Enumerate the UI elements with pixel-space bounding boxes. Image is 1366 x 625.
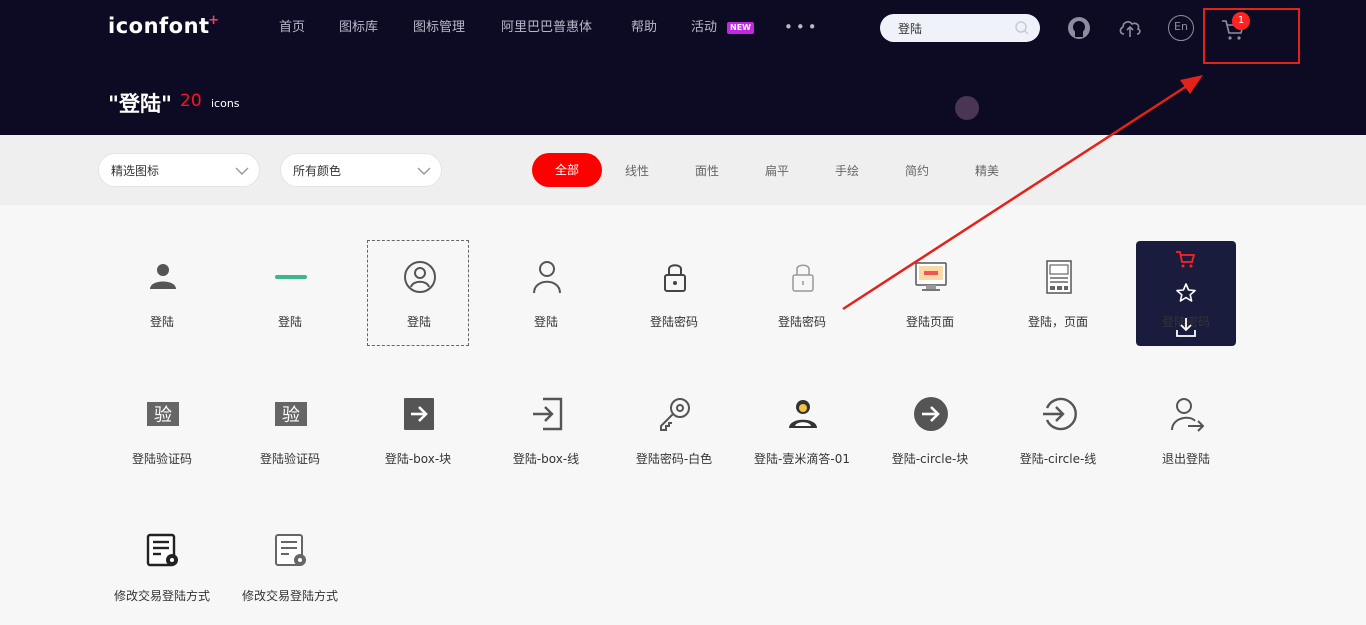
icon-label: 登陆 xyxy=(149,315,174,329)
icon-label: 登陆，页面 xyxy=(1027,315,1088,329)
icon-label: 登陆-box-线 xyxy=(512,452,580,466)
chevron-down-icon xyxy=(235,167,249,175)
more-menu[interactable]: ••• xyxy=(784,18,820,36)
icon-card[interactable]: 登陆密码 xyxy=(751,241,853,347)
icon-card[interactable]: 登陆 xyxy=(495,241,597,347)
icon-card[interactable]: 退出登陆 xyxy=(1135,378,1237,484)
captcha-icon: 验 xyxy=(147,402,179,426)
user-logout-icon xyxy=(1171,398,1205,432)
search-input[interactable] xyxy=(898,18,1008,38)
arrow-circle-outline-icon xyxy=(1043,397,1077,431)
top-header: iconfont + 首页 图标库 图标管理 阿里巴巴普惠体 帮助 活动 NEW … xyxy=(0,0,1366,135)
user-circle-icon xyxy=(404,261,436,293)
lock-icon xyxy=(664,264,686,292)
icon-label: 登陆密码 xyxy=(649,315,698,329)
nav-icon-library[interactable]: 图标库 xyxy=(339,18,378,38)
github-icon[interactable] xyxy=(1066,15,1092,41)
icon-label: 登陆密码-白色 xyxy=(635,452,713,466)
icon-card[interactable]: 登陆密码 xyxy=(623,241,725,347)
nav-alibaba-font[interactable]: 阿里巴巴普惠体 xyxy=(501,18,592,38)
icon-label: 登陆-circle-块 xyxy=(891,452,969,466)
icon-label: 登陆验证码 xyxy=(131,452,192,466)
icon-type-select-value: 精选图标 xyxy=(111,164,160,178)
icon-label: 登陆密码 xyxy=(777,315,826,329)
icon-card[interactable]: 登陆-box-线 xyxy=(495,378,597,484)
icon-card[interactable]: 修改交易登陆方式 xyxy=(111,515,213,621)
icon-label: 登陆 xyxy=(406,315,431,329)
tab-handdrawn[interactable]: 手绘 xyxy=(835,162,859,179)
nav-icon-management[interactable]: 图标管理 xyxy=(413,18,465,38)
icon-card[interactable]: 登陆，页面 xyxy=(1007,241,1109,347)
document-settings-icon xyxy=(275,534,306,566)
result-unit: icons xyxy=(211,97,240,110)
icon-label: 登陆页面 xyxy=(905,315,954,329)
icon-label: 修改交易登陆方式 xyxy=(113,589,210,603)
nav-help[interactable]: 帮助 xyxy=(631,18,657,38)
icon-label: 登陆-circle-线 xyxy=(1019,452,1097,466)
icon-card[interactable]: 登陆密码-白色 xyxy=(623,378,725,484)
key-icon xyxy=(660,398,690,431)
svg-text:验: 验 xyxy=(282,405,300,426)
tab-simple[interactable]: 简约 xyxy=(905,162,929,179)
chevron-down-icon xyxy=(417,167,431,175)
logo-text: iconfont xyxy=(108,14,210,38)
nav-home[interactable]: 首页 xyxy=(279,18,305,38)
captcha-icon: 验 xyxy=(275,402,307,426)
user-outline-icon xyxy=(533,261,561,294)
icon-label: 登陆-box-块 xyxy=(384,452,452,466)
download-icon[interactable] xyxy=(1175,316,1197,338)
user-avatar-icon xyxy=(789,400,817,428)
icon-label: 登陆-壹米滴答-01 xyxy=(754,452,850,466)
dash-bar-icon xyxy=(275,275,307,279)
login-box-outline-icon xyxy=(533,397,563,431)
arrow-circle-solid-icon xyxy=(914,397,948,431)
color-select-value: 所有颜色 xyxy=(293,164,342,178)
tab-linear[interactable]: 线性 xyxy=(625,162,649,179)
icon-card[interactable]: 登陆-壹米滴答-01 xyxy=(751,378,853,484)
page-form-icon xyxy=(1046,260,1072,294)
icon-card[interactable]: 验 登陆验证码 xyxy=(111,378,213,484)
user-solid-icon xyxy=(150,264,176,289)
iconfont-logo[interactable]: iconfont + xyxy=(108,13,219,38)
icon-label: 登陆 xyxy=(277,315,302,329)
icon-card[interactable]: 登陆 xyxy=(111,241,213,347)
icon-card[interactable]: 登陆页面 xyxy=(879,241,981,347)
cart-highlight-box xyxy=(1203,8,1300,64)
icon-label: 登陆验证码 xyxy=(259,452,320,466)
icon-card[interactable]: 登陆-circle-线 xyxy=(1007,378,1109,484)
result-count: 20 xyxy=(180,91,202,111)
icon-type-select[interactable]: 精选图标 xyxy=(98,153,260,187)
icon-card[interactable]: 验 登陆验证码 xyxy=(239,378,341,484)
add-to-cart-icon[interactable] xyxy=(1175,249,1197,271)
icon-label: 退出登陆 xyxy=(1161,452,1210,466)
icon-card[interactable]: 登陆-circle-块 xyxy=(879,378,981,484)
upload-cloud-icon[interactable] xyxy=(1117,15,1143,41)
icon-card[interactable]: 登陆 xyxy=(239,241,341,347)
icon-label: 登陆 xyxy=(533,315,558,329)
icon-hover-card[interactable]: 登陆密码 xyxy=(1136,241,1236,346)
search-box[interactable] xyxy=(880,14,1040,42)
tab-fine[interactable]: 精美 xyxy=(975,162,999,179)
search-query-title: "登陆" xyxy=(108,92,172,116)
filter-bar: 精选图标 所有颜色 全部 线性 面性 扁平 手绘 简约 精美 xyxy=(0,135,1366,205)
mouse-cursor-indicator xyxy=(955,96,979,120)
monitor-login-icon xyxy=(915,262,947,291)
icon-card[interactable]: 登陆-box-块 xyxy=(367,378,469,484)
tab-flat[interactable]: 扁平 xyxy=(765,162,789,179)
search-icon[interactable] xyxy=(1014,20,1030,36)
icon-card[interactable]: 修改交易登陆方式 xyxy=(239,515,341,621)
login-box-solid-icon xyxy=(404,398,434,430)
lock-light-icon xyxy=(792,264,814,292)
icon-card-selected[interactable]: 登陆 xyxy=(367,240,469,346)
color-select[interactable]: 所有颜色 xyxy=(280,153,442,187)
icon-label: 修改交易登陆方式 xyxy=(241,589,338,603)
tab-all[interactable]: 全部 xyxy=(532,153,602,187)
nav-activity[interactable]: 活动 xyxy=(691,18,717,38)
language-en-icon[interactable]: En xyxy=(1168,15,1194,41)
document-settings-icon xyxy=(146,533,178,567)
tab-filled[interactable]: 面性 xyxy=(695,162,719,179)
svg-text:验: 验 xyxy=(154,405,172,426)
new-badge: NEW xyxy=(727,22,754,34)
collect-star-icon[interactable] xyxy=(1175,282,1197,304)
